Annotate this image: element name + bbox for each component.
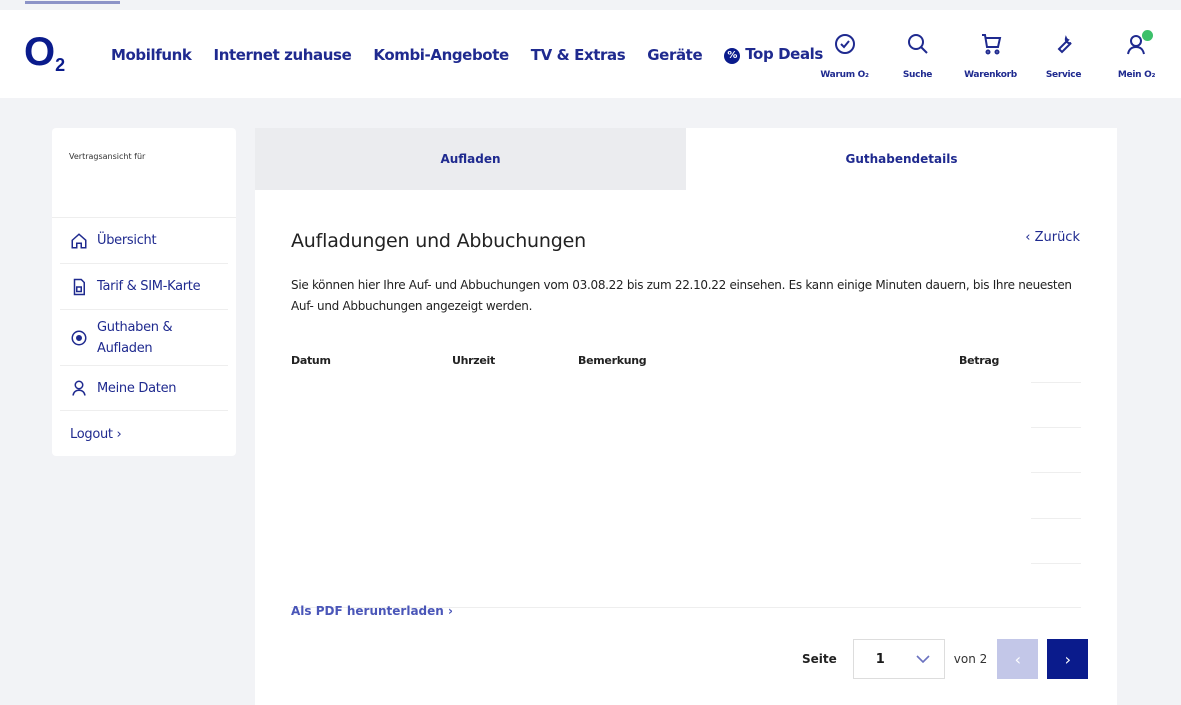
page-total: von 2 (953, 652, 988, 666)
nav-internet[interactable]: Internet zuhause (214, 46, 352, 64)
column-betrag: Betrag (959, 354, 1000, 367)
sim-icon (73, 278, 85, 295)
column-uhrzeit: Uhrzeit (452, 354, 495, 367)
prev-page-button[interactable]: ‹ (997, 639, 1039, 679)
nav-mobilfunk[interactable]: Mobilfunk (111, 46, 192, 64)
pdf-download-link[interactable]: Als PDF herunterladen › (291, 604, 453, 618)
contract-view-label: Vertragsansicht für (52, 128, 236, 218)
icon-label: Suche (902, 70, 933, 80)
main-panel: Aufladen Guthabendetails Aufladungen und… (255, 128, 1117, 705)
sidebar: Vertragsansicht für Übersicht Tarif & SI… (52, 128, 236, 456)
logout-label: Logout › (70, 426, 122, 442)
tab-bar: Aufladen Guthabendetails (255, 128, 1117, 190)
icon-label: Service (1045, 70, 1082, 80)
cart-button[interactable]: Warenkorb (961, 32, 1020, 81)
tab-guthabendetails[interactable]: Guthabendetails (686, 128, 1117, 190)
description: Sie können hier Ihre Auf- und Abbuchunge… (291, 278, 1072, 313)
back-link[interactable]: ‹ Zurück (1025, 230, 1080, 245)
pagination: Seite 1 von 2 ‹ › (802, 639, 1089, 679)
search-icon (907, 34, 928, 54)
row-divider (1031, 518, 1081, 519)
page-current: 1 (875, 651, 885, 667)
warum-o2-button[interactable]: Warum O₂ (815, 32, 874, 81)
home-icon (71, 232, 87, 248)
sidebar-item-guthaben[interactable]: Guthaben & Aufladen (60, 310, 228, 366)
logged-in-badge (1142, 30, 1153, 41)
sidebar-item-label: Meine Daten (97, 380, 177, 396)
service-button[interactable]: Service (1034, 32, 1093, 81)
nav-geraete[interactable]: Geräte (647, 46, 702, 64)
row-divider (1031, 427, 1081, 428)
page-title: Aufladungen und Abbuchungen (291, 230, 586, 252)
sidebar-item-label: Guthaben & Aufladen (97, 319, 173, 356)
column-bemerkung: Bemerkung (578, 354, 647, 367)
nav-top-deals-label: Top Deals (745, 45, 823, 63)
mein-o2-button[interactable]: Mein O₂ (1107, 30, 1166, 81)
tab-aufladen[interactable]: Aufladen (255, 128, 686, 190)
sidebar-item-tarif[interactable]: Tarif & SIM-Karte (60, 264, 228, 310)
logo-sub: 2 (55, 55, 66, 75)
active-indicator (25, 1, 120, 4)
main-nav: Mobilfunk Internet zuhause Kombi-Angebot… (111, 45, 823, 64)
nav-top-deals[interactable]: % Top Deals (724, 45, 823, 64)
page-label: Seite (802, 652, 837, 666)
site-header: O2 Mobilfunk Internet zuhause Kombi-Ange… (0, 10, 1181, 98)
next-page-button[interactable]: › (1047, 639, 1089, 679)
row-divider (1031, 472, 1081, 473)
sidebar-item-label: Tarif & SIM-Karte (97, 279, 201, 294)
user-icon (72, 380, 86, 396)
icon-label: Warum O₂ (820, 70, 869, 80)
icon-label: Mein O₂ (1117, 70, 1156, 80)
check-circle-icon (834, 34, 855, 54)
row-divider (1031, 563, 1081, 564)
nav-tv[interactable]: TV & Extras (531, 46, 626, 64)
nav-kombi[interactable]: Kombi-Angebote (373, 46, 509, 64)
sidebar-item-uebersicht[interactable]: Übersicht (60, 218, 228, 264)
column-datum: Datum (291, 354, 331, 367)
chevron-down-icon (916, 655, 930, 663)
cart-icon (981, 34, 1001, 55)
top-strip (0, 0, 1181, 10)
sidebar-item-meine-daten[interactable]: Meine Daten (60, 366, 228, 411)
row-divider (1031, 382, 1081, 383)
page-select[interactable]: 1 (852, 639, 945, 679)
logo-text: O (24, 30, 56, 74)
o2-logo[interactable]: O2 (24, 30, 65, 76)
icon-label: Warenkorb (964, 70, 1017, 80)
percent-icon: % (724, 48, 741, 64)
wrench-icon (1057, 35, 1072, 54)
logout-link[interactable]: Logout › (60, 411, 228, 457)
search-button[interactable]: Suche (888, 32, 947, 81)
plus-circle-icon (71, 330, 87, 345)
sidebar-item-label: Übersicht (97, 233, 157, 248)
